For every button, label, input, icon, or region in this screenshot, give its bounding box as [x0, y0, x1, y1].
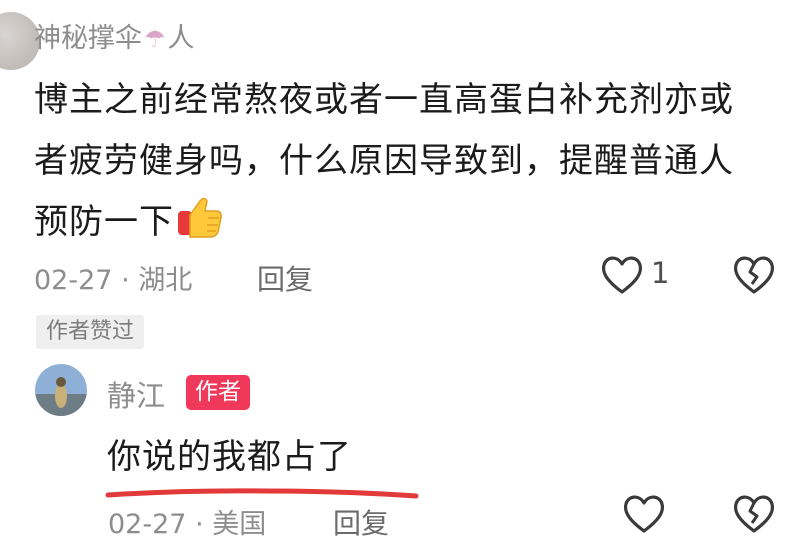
umbrella-icon: ☂ [144, 25, 166, 53]
like-count: 1 [651, 256, 670, 290]
commenter-username[interactable]: 神秘撑伞☂人 [34, 16, 195, 55]
thumbs-up-icon [176, 195, 224, 259]
reply-button[interactable]: 回复 [257, 258, 313, 298]
like-button[interactable] [620, 492, 668, 540]
comment-body: 博主之前经常熬夜或者一直高蛋白补充剂亦或者疲劳健身吗，什么原因导致到，提醒普通人… [34, 70, 764, 259]
reply-meta: 02-27 · 美国 [108, 502, 266, 541]
author-username[interactable]: 静江 [107, 373, 165, 415]
reply-location: 美国 [212, 509, 267, 540]
reply-button[interactable]: 回复 [333, 502, 389, 542]
meta-separator: · [121, 265, 130, 296]
author-liked-tag: 作者赞过 [36, 315, 145, 349]
dislike-button[interactable] [730, 492, 778, 540]
author-avatar[interactable] [35, 364, 87, 416]
comment-location: 湖北 [138, 265, 193, 296]
like-button[interactable] [598, 253, 646, 301]
dislike-button[interactable] [730, 253, 778, 301]
author-badge: 作者 [186, 375, 250, 410]
meta-separator: · [195, 509, 204, 540]
reply-date: 02-27 [108, 509, 187, 540]
username-suffix: 人 [167, 23, 195, 54]
comment-meta: 02-27 · 湖北 [34, 258, 192, 297]
username-text: 神秘撑伞 [34, 23, 142, 54]
red-underline-annotation [104, 485, 420, 499]
comment-text: 博主之前经常熬夜或者一直高蛋白补充剂亦或者疲劳健身吗，什么原因导致到，提醒普通人… [34, 80, 734, 242]
comment-date: 02-27 [34, 265, 113, 296]
heart-icon [598, 256, 646, 301]
reply-body: 你说的我都占了 [107, 437, 352, 477]
broken-heart-icon [730, 256, 778, 301]
